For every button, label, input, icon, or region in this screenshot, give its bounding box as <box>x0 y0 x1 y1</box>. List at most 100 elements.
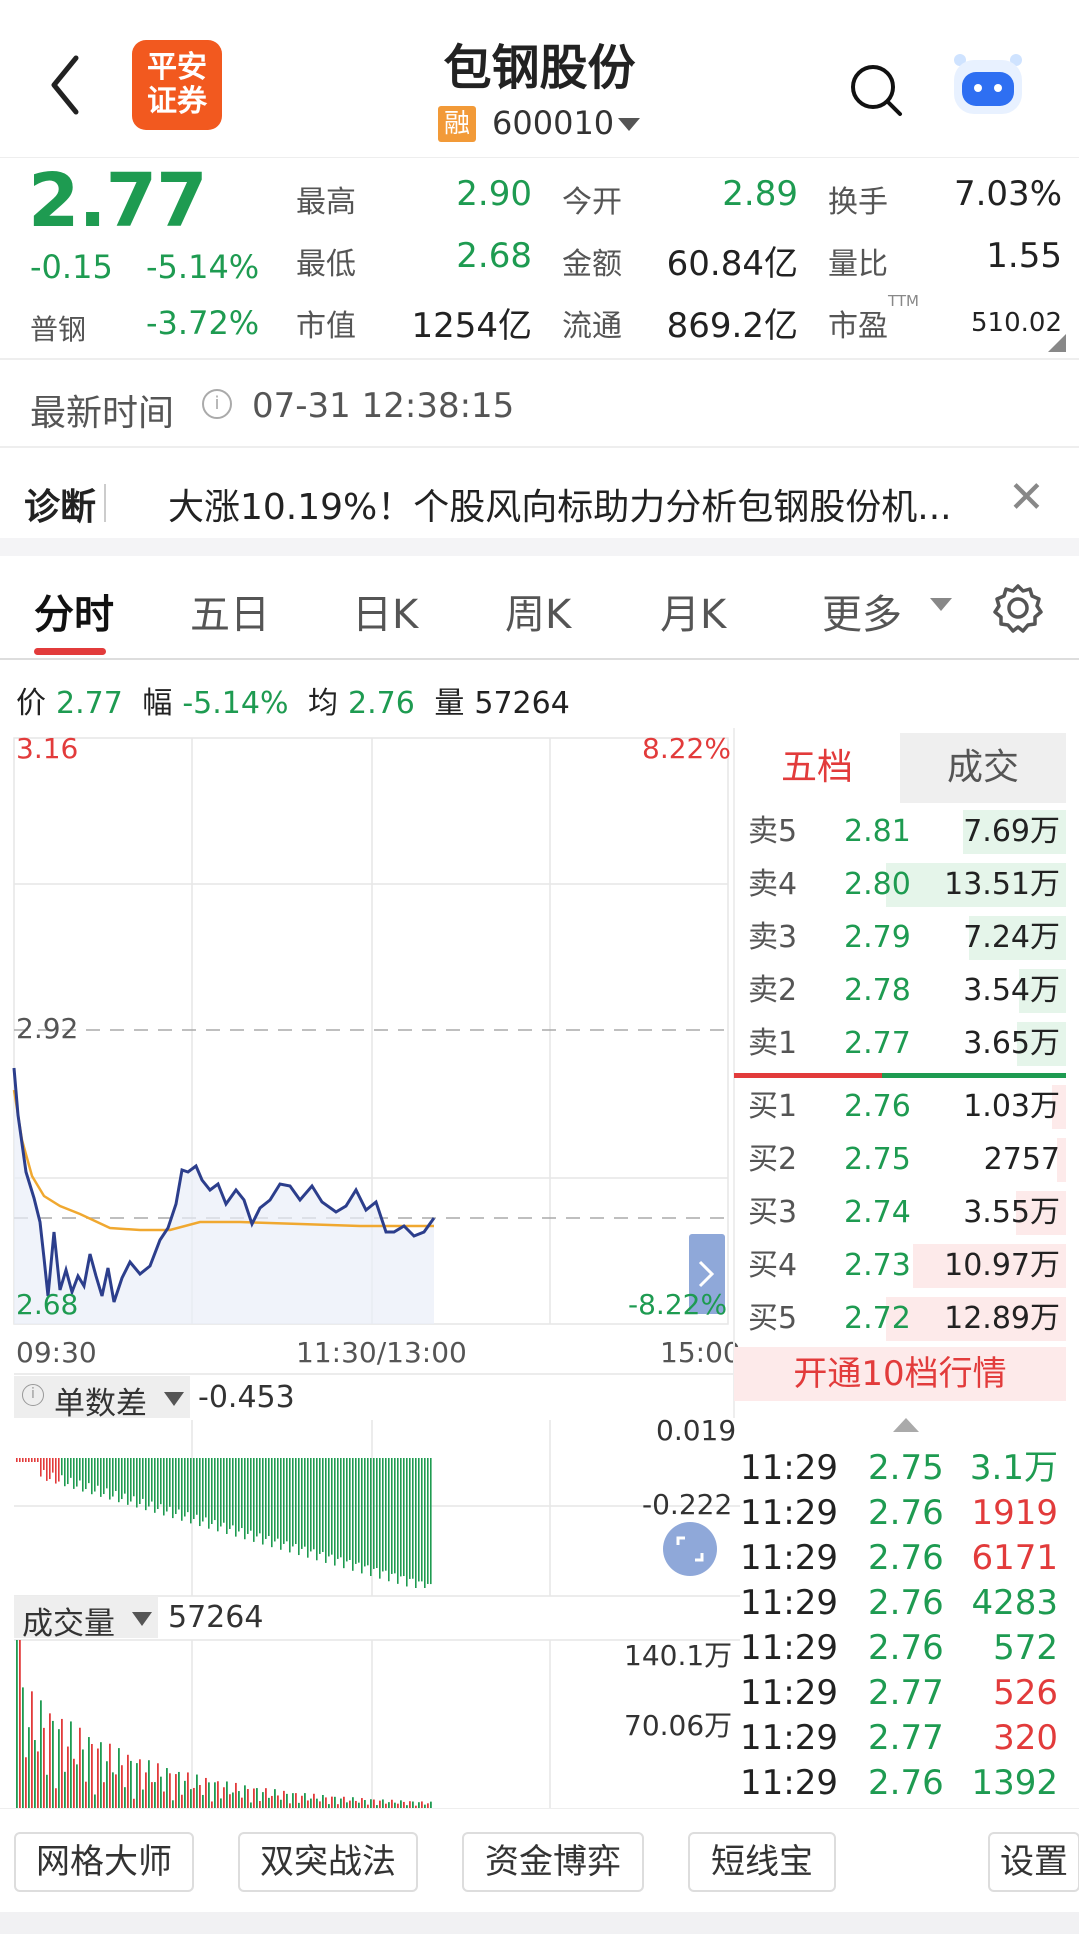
tab-intraday[interactable]: 分时 <box>34 582 114 640</box>
indicator1-bar <box>184 1458 186 1517</box>
indicator1-bar <box>169 1458 171 1507</box>
quote-field-label: 今开 <box>562 185 622 220</box>
volume-bar <box>256 1788 258 1810</box>
chart-stat-line: 价 2.77 幅 -5.14% 均 2.76 量 57264 <box>16 678 580 722</box>
tab-more[interactable]: 更多 <box>822 582 902 640</box>
quote-field-label: 流通 <box>562 309 622 344</box>
indicator1-bar <box>424 1458 426 1588</box>
indicator1-bar <box>412 1458 414 1579</box>
indicator1-bar <box>172 1458 174 1519</box>
indicator1-bar <box>385 1458 387 1571</box>
bid-row[interactable]: 买4 2.73 10.97万 <box>734 1240 1066 1292</box>
capital-game-button[interactable]: 资金博弈 <box>462 1832 644 1892</box>
indicator1-bar <box>298 1458 300 1556</box>
volume-bars <box>16 1640 432 1810</box>
ask-row[interactable]: 卖5 2.81 7.69万 <box>734 806 1066 858</box>
orderbook-vol: 12.89万 <box>944 1301 1060 1336</box>
orderbook-price: 2.77 <box>844 1026 911 1061</box>
info-icon[interactable]: i <box>202 389 232 419</box>
chevron-down-icon[interactable] <box>164 1392 184 1406</box>
divider <box>0 658 1079 660</box>
indicator1-bar <box>418 1458 420 1582</box>
x-axis-end: 15:00 <box>660 1336 741 1369</box>
volume-bar <box>223 1787 225 1810</box>
quote-field-label: 换手 <box>828 185 888 220</box>
ask-row[interactable]: 卖4 2.80 13.51万 <box>734 859 1066 911</box>
bid-row[interactable]: 买1 2.76 1.03万 <box>734 1081 1066 1133</box>
indicator1-bottom: -0.222 <box>642 1488 733 1521</box>
indicator1-bar <box>400 1458 402 1577</box>
bid-row[interactable]: 买5 2.72 12.89万 <box>734 1293 1066 1345</box>
indicator1-bar <box>343 1458 345 1569</box>
orderbook-vol: 7.69万 <box>963 814 1060 849</box>
indicator1-bar <box>43 1458 45 1470</box>
settings-button[interactable]: 设置 <box>988 1832 1079 1892</box>
ask-row[interactable]: 卖3 2.79 7.24万 <box>734 912 1066 964</box>
tab-five-levels[interactable]: 五档 <box>734 733 900 803</box>
diagnosis-text[interactable]: 大涨10.19%！个股风向标助力分析包钢股份机... <box>168 478 952 530</box>
indicator1-bar <box>130 1458 132 1502</box>
trade-vol: 1392 <box>971 1763 1058 1803</box>
volume-bar <box>112 1772 114 1810</box>
search-icon[interactable] <box>848 62 904 118</box>
volume-bar <box>175 1774 177 1810</box>
x-axis-start: 09:30 <box>16 1336 97 1369</box>
trade-row: 11:29 2.76 572 <box>734 1626 1066 1671</box>
chevron-down-icon[interactable] <box>930 598 952 611</box>
open-10-level-button[interactable]: 开通10档行情 <box>734 1347 1066 1401</box>
indicator2-selector[interactable]: 成交量 <box>14 1596 158 1642</box>
indicator1-bar <box>217 1458 219 1532</box>
stock-code[interactable]: 600010 <box>492 104 614 142</box>
stat-avg-label: 均 <box>308 686 339 721</box>
orderbook-price: 2.81 <box>844 814 911 849</box>
indicator1-top: 0.019 <box>656 1414 737 1447</box>
indicator1-bar <box>382 1458 384 1572</box>
orderbook-label: 买2 <box>748 1142 798 1177</box>
x-axis-mid: 11:30/13:00 <box>296 1336 467 1369</box>
fullscreen-button[interactable] <box>663 1522 717 1576</box>
gear-icon[interactable] <box>992 582 1044 634</box>
indicator2-name: 成交量 <box>22 1606 115 1642</box>
volume-bar <box>166 1768 168 1810</box>
indicator1-bar <box>124 1458 126 1494</box>
tab-five-day[interactable]: 五日 <box>190 582 270 640</box>
bid-row[interactable]: 买3 2.74 3.55万 <box>734 1187 1066 1239</box>
ask-row[interactable]: 卖1 2.77 3.65万 <box>734 1018 1066 1070</box>
robot-assistant-icon[interactable] <box>948 50 1028 118</box>
close-icon[interactable]: ✕ <box>1008 472 1045 523</box>
indicator1-selector[interactable]: i 单数差 <box>14 1376 190 1422</box>
tab-weekly-k[interactable]: 周K <box>505 582 571 640</box>
indicator1-bar <box>307 1458 309 1558</box>
trade-time: 11:29 <box>740 1763 838 1803</box>
bid-row[interactable]: 买2 2.75 2757 <box>734 1134 1066 1186</box>
quote-field-value: 869.2亿 <box>666 306 798 346</box>
tab-transactions[interactable]: 成交 <box>900 733 1066 803</box>
sector-label[interactable]: 普钢 <box>30 308 86 348</box>
indicator1-bar <box>232 1458 234 1526</box>
tab-daily-k[interactable]: 日K <box>352 582 418 640</box>
orderbook-price: 2.73 <box>844 1248 911 1283</box>
ask-row[interactable]: 卖2 2.78 3.54万 <box>734 965 1066 1017</box>
sector-pct[interactable]: -3.72% <box>146 304 259 342</box>
tab-monthly-k[interactable]: 月K <box>660 582 726 640</box>
volume-bar <box>127 1754 129 1810</box>
volume-bar <box>205 1777 207 1810</box>
indicator1-bar <box>310 1458 312 1552</box>
indicator1-bar <box>127 1458 129 1505</box>
chevron-down-icon[interactable] <box>618 118 640 131</box>
double-break-button[interactable]: 双突战法 <box>238 1832 418 1892</box>
volume-bar <box>73 1758 75 1810</box>
info-icon[interactable]: i <box>22 1384 44 1406</box>
indicator1-bar <box>88 1458 90 1484</box>
expand-corner-icon[interactable] <box>1048 334 1066 352</box>
scroll-up-icon[interactable] <box>893 1418 919 1432</box>
grid-master-button[interactable]: 网格大师 <box>14 1832 194 1892</box>
volume-bar <box>19 1640 21 1810</box>
quote-field-value: 1254亿 <box>411 306 532 346</box>
header: 平安 证券 包钢股份 融 600010 <box>0 0 1079 158</box>
orderbook-vol: 10.97万 <box>944 1248 1060 1283</box>
chevron-down-icon[interactable] <box>132 1612 152 1626</box>
short-line-button[interactable]: 短线宝 <box>688 1832 836 1892</box>
indicator1-bar <box>373 1458 375 1569</box>
indicator1-bar <box>46 1458 48 1481</box>
